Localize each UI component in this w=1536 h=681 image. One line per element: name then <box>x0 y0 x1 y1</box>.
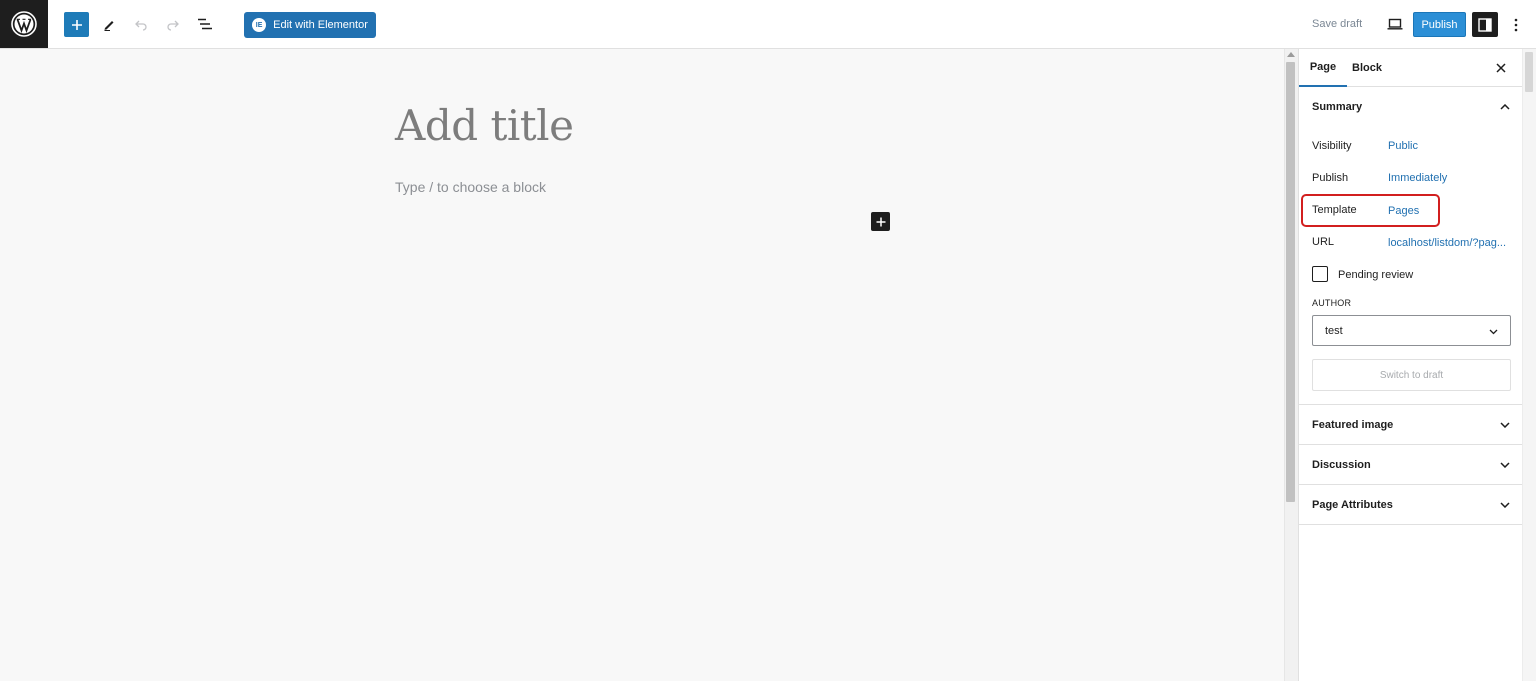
author-select[interactable]: test <box>1312 315 1511 346</box>
plus-icon <box>71 19 82 30</box>
block-inserter-button[interactable] <box>64 12 89 37</box>
editor-toolbar: IE Edit with Elementor Save draft Publis… <box>0 0 1536 49</box>
featured-image-panel-header[interactable]: Featured image <box>1299 405 1523 445</box>
author-label: AUTHOR <box>1312 298 1352 308</box>
canvas-scrollbar-thumb[interactable] <box>1286 62 1295 502</box>
scroll-up-arrow-icon[interactable] <box>1287 52 1295 57</box>
elementor-icon: IE <box>252 18 267 32</box>
chevron-up-icon <box>1499 101 1511 113</box>
visibility-value[interactable]: Public <box>1388 140 1418 152</box>
sidebar-tabs: Page Block <box>1299 49 1523 87</box>
edit-with-elementor-button[interactable]: IE Edit with Elementor <box>244 12 376 38</box>
summary-panel-header[interactable]: Summary <box>1299 87 1523 127</box>
document-overview-button[interactable] <box>193 12 217 36</box>
publish-date-value[interactable]: Immediately <box>1388 172 1447 184</box>
template-label: Template <box>1312 204 1357 216</box>
pencil-icon <box>104 21 114 31</box>
featured-image-heading: Featured image <box>1312 419 1394 431</box>
editor-canvas: Add title Type / to choose a block <box>0 49 1284 681</box>
desktop-preview-icon <box>1387 18 1403 30</box>
chevron-down-icon <box>1499 499 1511 511</box>
post-title-input[interactable]: Add title <box>395 101 574 150</box>
close-icon <box>1496 63 1506 73</box>
url-label: URL <box>1312 236 1335 248</box>
options-menu-button[interactable] <box>1506 12 1526 37</box>
close-sidebar-button[interactable] <box>1493 60 1509 76</box>
chevron-down-icon <box>1499 459 1511 471</box>
redo-icon <box>167 20 179 31</box>
template-value[interactable]: Pages <box>1388 205 1419 217</box>
url-value[interactable]: localhost/listdom/?pag... <box>1388 237 1506 249</box>
author-value: test <box>1325 324 1343 337</box>
sidebar-scrollbar-thumb[interactable] <box>1525 52 1533 92</box>
switch-to-draft-button[interactable]: Switch to draft <box>1312 359 1511 391</box>
more-vertical-icon <box>1514 18 1518 31</box>
sidebar-scrollbar[interactable] <box>1522 49 1536 681</box>
plus-icon <box>876 217 885 226</box>
tools-button[interactable] <box>97 12 121 36</box>
chevron-down-icon <box>1499 419 1511 431</box>
pending-review-label[interactable]: Pending review <box>1338 269 1413 281</box>
discussion-heading: Discussion <box>1312 459 1371 471</box>
tab-block[interactable]: Block <box>1352 49 1382 87</box>
preview-button[interactable] <box>1384 13 1406 35</box>
panel-divider <box>1299 524 1523 525</box>
publish-button[interactable]: Publish <box>1413 12 1466 37</box>
pending-review-checkbox[interactable] <box>1312 266 1328 282</box>
sidebar-settings-icon <box>1478 17 1492 32</box>
tab-page[interactable]: Page <box>1299 49 1347 87</box>
discussion-panel-header[interactable]: Discussion <box>1299 445 1523 485</box>
wordpress-logo-icon[interactable] <box>0 0 48 48</box>
summary-heading: Summary <box>1312 101 1363 113</box>
save-draft-button[interactable]: Save draft <box>1312 18 1362 30</box>
edit-with-elementor-label: Edit with Elementor <box>273 19 368 31</box>
redo-button[interactable] <box>161 12 185 36</box>
chevron-down-icon <box>1489 326 1498 338</box>
undo-icon <box>135 20 147 31</box>
page-attributes-panel-header[interactable]: Page Attributes <box>1299 485 1523 525</box>
settings-sidebar: Page Block Summary Visibility Public Pub… <box>1298 49 1523 681</box>
undo-button[interactable] <box>129 12 153 36</box>
settings-toggle-button[interactable] <box>1472 12 1498 37</box>
page-attributes-heading: Page Attributes <box>1312 499 1393 511</box>
list-view-icon <box>198 18 212 30</box>
visibility-label: Visibility <box>1312 140 1352 152</box>
add-block-button[interactable] <box>871 212 890 231</box>
block-appender[interactable]: Type / to choose a block <box>395 179 546 195</box>
publish-label: Publish <box>1312 172 1349 184</box>
